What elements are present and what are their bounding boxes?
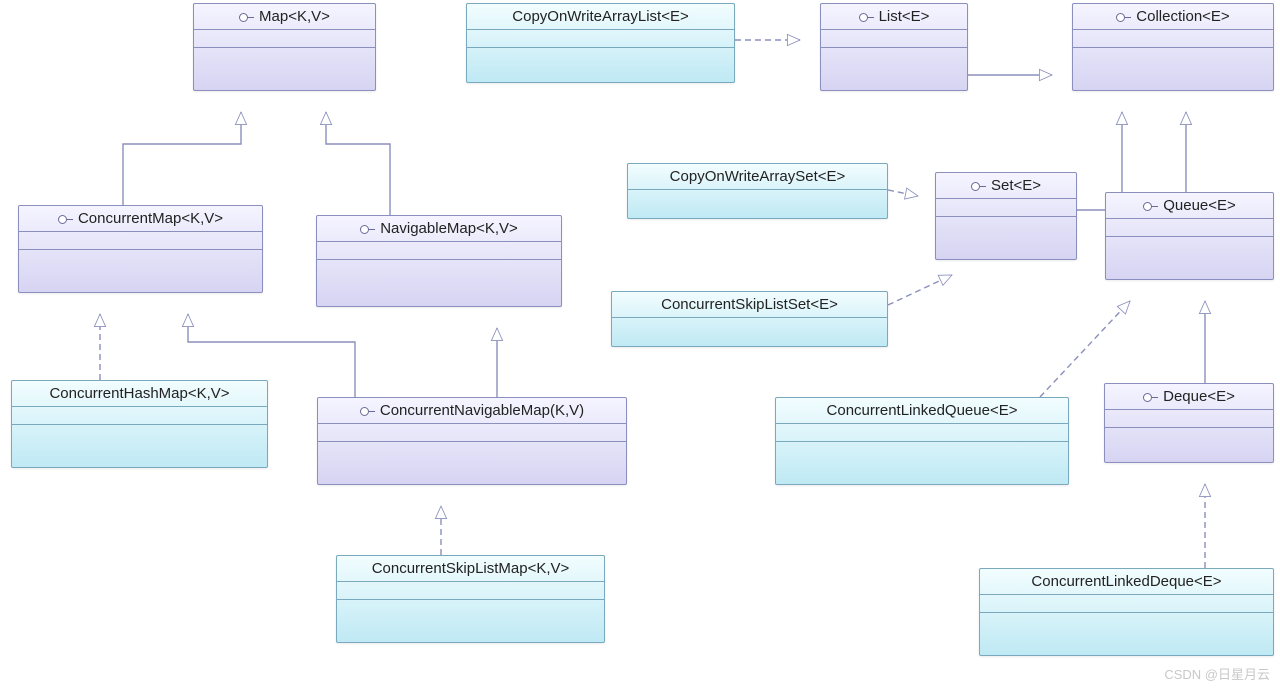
uml-class-concurrentlinkedqueue-header: ConcurrentLinkedQueue<E> xyxy=(776,398,1068,424)
uml-class-copyonwritearraylist-header: CopyOnWriteArrayList<E> xyxy=(467,4,734,30)
interface-icon xyxy=(1116,12,1130,22)
uml-interface-list[interactable]: List<E> xyxy=(820,3,968,91)
uml-interface-deque-header: Deque<E> xyxy=(1105,384,1273,410)
uml-interface-navigablemap-header: NavigableMap<K,V> xyxy=(317,216,561,242)
uml-class-copyonwritearrayset[interactable]: CopyOnWriteArraySet<E> xyxy=(627,163,888,219)
uml-class-concurrenthashmap-label: ConcurrentHashMap<K,V> xyxy=(49,385,229,402)
connector-e12 xyxy=(888,275,952,305)
uml-class-concurrentskiplistmap[interactable]: ConcurrentSkipListMap<K,V> xyxy=(336,555,605,643)
uml-interface-map-header: Map<K,V> xyxy=(194,4,375,30)
uml-interface-list-compartment-1 xyxy=(821,30,967,48)
interface-icon xyxy=(360,406,374,416)
uml-interface-map-label: Map<K,V> xyxy=(259,8,330,25)
uml-class-concurrentskiplistmap-compartment-2 xyxy=(337,600,604,618)
uml-class-copyonwritearraylist-label: CopyOnWriteArrayList<E> xyxy=(512,8,688,25)
uml-interface-concurrentmap-header: ConcurrentMap<K,V> xyxy=(19,206,262,232)
uml-class-concurrentskiplistset-header: ConcurrentSkipListSet<E> xyxy=(612,292,887,318)
interface-icon xyxy=(1143,392,1157,402)
uml-interface-deque[interactable]: Deque<E> xyxy=(1104,383,1274,463)
interface-icon xyxy=(971,181,985,191)
uml-interface-queue-compartment-2 xyxy=(1106,237,1273,255)
uml-interface-map-compartment-1 xyxy=(194,30,375,48)
uml-diagram-canvas: { "watermark": "CSDN @日星月云", "boxes": { … xyxy=(0,0,1280,689)
uml-class-concurrentskiplistset-label: ConcurrentSkipListSet<E> xyxy=(661,296,838,313)
uml-interface-navigablemap-compartment-2 xyxy=(317,260,561,278)
uml-interface-set-label: Set<E> xyxy=(991,177,1041,194)
uml-class-copyonwritearrayset-header: CopyOnWriteArraySet<E> xyxy=(628,164,887,190)
uml-class-concurrentlinkeddeque-compartment-2 xyxy=(980,613,1273,631)
uml-class-concurrentskiplistmap-header: ConcurrentSkipListMap<K,V> xyxy=(337,556,604,582)
uml-interface-collection[interactable]: Collection<E> xyxy=(1072,3,1274,91)
uml-class-concurrentlinkedqueue[interactable]: ConcurrentLinkedQueue<E> xyxy=(775,397,1069,485)
uml-class-concurrentskiplistset[interactable]: ConcurrentSkipListSet<E> xyxy=(611,291,888,347)
uml-interface-queue-label: Queue<E> xyxy=(1163,197,1236,214)
uml-class-concurrentlinkeddeque-compartment-1 xyxy=(980,595,1273,613)
uml-interface-map[interactable]: Map<K,V> xyxy=(193,3,376,91)
uml-interface-deque-label: Deque<E> xyxy=(1163,388,1235,405)
uml-interface-concurrentnavigablemap-compartment-1 xyxy=(318,424,626,442)
uml-interface-navigablemap-compartment-1 xyxy=(317,242,561,260)
uml-interface-deque-compartment-1 xyxy=(1105,410,1273,428)
uml-interface-concurrentmap[interactable]: ConcurrentMap<K,V> xyxy=(18,205,263,293)
uml-class-copyonwritearraylist-compartment-1 xyxy=(467,30,734,48)
uml-interface-set[interactable]: Set<E> xyxy=(935,172,1077,260)
uml-class-concurrentlinkedqueue-label: ConcurrentLinkedQueue<E> xyxy=(827,402,1018,419)
uml-interface-set-header: Set<E> xyxy=(936,173,1076,199)
uml-class-concurrentlinkeddeque[interactable]: ConcurrentLinkedDeque<E> xyxy=(979,568,1274,656)
watermark-text: CSDN @日星月云 xyxy=(1164,664,1270,683)
uml-class-concurrenthashmap[interactable]: ConcurrentHashMap<K,V> xyxy=(11,380,268,468)
uml-interface-map-compartment-2 xyxy=(194,48,375,66)
uml-interface-list-header: List<E> xyxy=(821,4,967,30)
uml-interface-set-compartment-2 xyxy=(936,217,1076,235)
uml-interface-navigablemap-label: NavigableMap<K,V> xyxy=(380,220,518,237)
uml-interface-list-compartment-2 xyxy=(821,48,967,66)
uml-class-concurrentskiplistmap-label: ConcurrentSkipListMap<K,V> xyxy=(372,560,570,577)
uml-class-concurrentlinkedqueue-compartment-1 xyxy=(776,424,1068,442)
uml-class-concurrenthashmap-compartment-2 xyxy=(12,425,267,443)
uml-class-concurrentlinkedqueue-compartment-2 xyxy=(776,442,1068,460)
uml-interface-collection-compartment-2 xyxy=(1073,48,1273,66)
interface-icon xyxy=(58,214,72,224)
uml-class-concurrentskiplistmap-compartment-1 xyxy=(337,582,604,600)
connector-e2 xyxy=(326,112,390,215)
uml-interface-collection-label: Collection<E> xyxy=(1136,8,1229,25)
uml-interface-concurrentnavigablemap[interactable]: ConcurrentNavigableMap(K,V) xyxy=(317,397,627,485)
uml-interface-concurrentmap-compartment-2 xyxy=(19,250,262,268)
uml-class-concurrenthashmap-compartment-1 xyxy=(12,407,267,425)
uml-class-concurrentlinkeddeque-header: ConcurrentLinkedDeque<E> xyxy=(980,569,1273,595)
interface-icon xyxy=(1143,201,1157,211)
interface-icon xyxy=(360,224,374,234)
uml-class-concurrenthashmap-header: ConcurrentHashMap<K,V> xyxy=(12,381,267,407)
uml-interface-queue[interactable]: Queue<E> xyxy=(1105,192,1274,280)
uml-interface-concurrentnavigablemap-label: ConcurrentNavigableMap(K,V) xyxy=(380,402,584,419)
uml-interface-collection-header: Collection<E> xyxy=(1073,4,1273,30)
uml-class-concurrentskiplistset-compartment-1 xyxy=(612,318,887,336)
uml-interface-list-label: List<E> xyxy=(879,8,930,25)
uml-interface-concurrentnavigablemap-compartment-2 xyxy=(318,442,626,460)
connector-e11 xyxy=(888,190,918,196)
interface-icon xyxy=(239,12,253,22)
uml-interface-concurrentnavigablemap-header: ConcurrentNavigableMap(K,V) xyxy=(318,398,626,424)
uml-class-concurrentlinkeddeque-label: ConcurrentLinkedDeque<E> xyxy=(1031,573,1221,590)
uml-interface-queue-header: Queue<E> xyxy=(1106,193,1273,219)
uml-interface-set-compartment-1 xyxy=(936,199,1076,217)
uml-interface-queue-compartment-1 xyxy=(1106,219,1273,237)
uml-interface-concurrentmap-label: ConcurrentMap<K,V> xyxy=(78,210,223,227)
uml-interface-concurrentmap-compartment-1 xyxy=(19,232,262,250)
uml-interface-deque-compartment-2 xyxy=(1105,428,1273,446)
uml-interface-collection-compartment-1 xyxy=(1073,30,1273,48)
uml-class-copyonwritearrayset-label: CopyOnWriteArraySet<E> xyxy=(670,168,846,185)
uml-interface-navigablemap[interactable]: NavigableMap<K,V> xyxy=(316,215,562,307)
connector-e1 xyxy=(123,112,241,205)
uml-class-copyonwritearraylist-compartment-2 xyxy=(467,48,734,66)
uml-class-copyonwritearraylist[interactable]: CopyOnWriteArrayList<E> xyxy=(466,3,735,83)
interface-icon xyxy=(859,12,873,22)
uml-class-copyonwritearrayset-compartment-1 xyxy=(628,190,887,208)
